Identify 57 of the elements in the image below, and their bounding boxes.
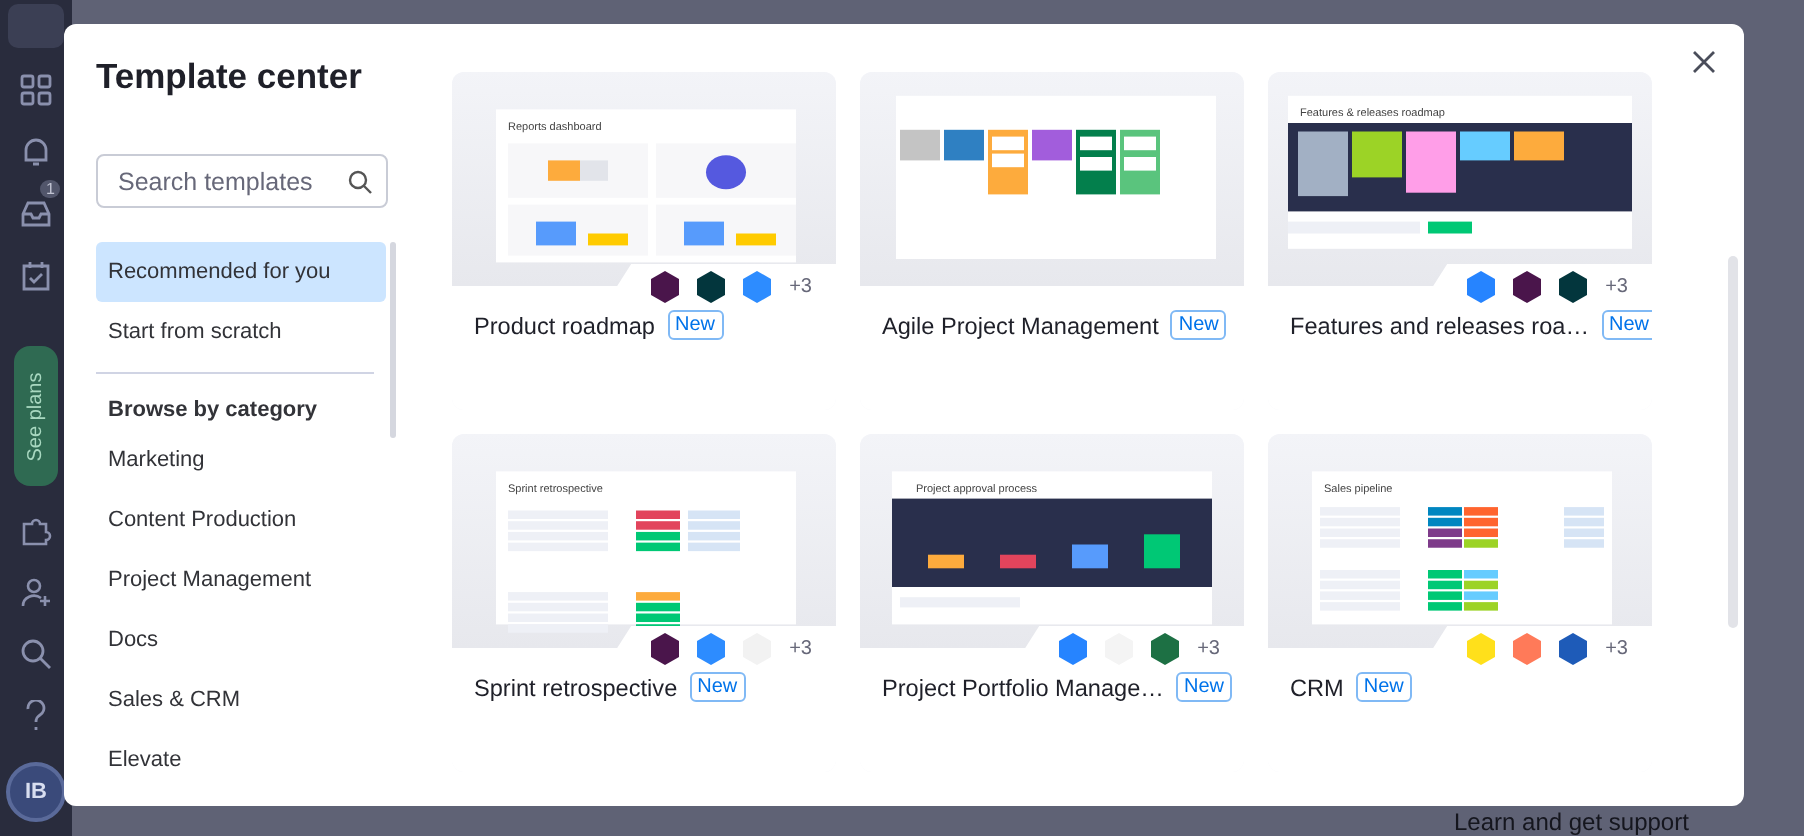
template-name: Sprint retrospective	[474, 673, 678, 701]
help-icon[interactable]	[24, 700, 48, 732]
inbox-icon[interactable]	[20, 198, 52, 230]
integration-logo-icon	[647, 631, 682, 665]
more-count: +3	[789, 637, 812, 659]
new-badge: New	[1355, 672, 1412, 702]
new-badge: New	[1170, 310, 1227, 340]
integration-logo-icon	[739, 269, 774, 303]
template-name: CRM	[1290, 673, 1344, 701]
integration-logo-icon	[1463, 631, 1498, 665]
category-heading: Browse by category	[106, 396, 320, 426]
category-item[interactable]: Sales & CRM	[96, 670, 386, 730]
template-name: Features and releases roa…	[1290, 311, 1590, 339]
bell-icon[interactable]	[20, 136, 52, 168]
search-icon	[348, 170, 372, 194]
integration-logo-icon	[1509, 631, 1544, 665]
close-icon[interactable]	[1692, 50, 1716, 74]
scrollbar[interactable]	[390, 242, 396, 438]
search-field[interactable]: Search templates	[96, 154, 388, 208]
more-count: +3	[789, 275, 812, 297]
integration-logo-icon	[1147, 631, 1182, 665]
puzzle-icon[interactable]	[20, 514, 52, 546]
category-item[interactable]: Content Production	[96, 490, 386, 550]
more-count: +3	[1605, 637, 1628, 659]
integration-logo-icon	[1055, 631, 1090, 665]
grid-icon[interactable]	[20, 74, 52, 106]
see-plans-button[interactable]: See plans	[14, 346, 58, 486]
new-badge: New	[667, 310, 724, 340]
integration-logo-icon	[693, 631, 728, 665]
integration-logo-icon	[1509, 269, 1544, 303]
more-count: +3	[1605, 275, 1628, 297]
new-badge: New	[1175, 672, 1232, 702]
category-item[interactable]: Elevate	[96, 730, 386, 790]
new-badge: New	[1601, 310, 1652, 340]
dialog-title: Template center	[96, 56, 364, 98]
add-user-icon[interactable]	[20, 576, 52, 608]
template-name: Agile Project Management	[882, 311, 1159, 339]
template-name: Project Portfolio Manage…	[882, 673, 1164, 701]
nav-item[interactable]: Start from scratch	[96, 302, 386, 362]
calendar-icon[interactable]	[20, 260, 52, 292]
category-item[interactable]: Marketing	[96, 430, 386, 490]
more-count: +3	[1197, 637, 1220, 659]
new-badge: New	[689, 672, 746, 702]
integration-logo-icon	[647, 269, 682, 303]
category-item[interactable]: Docs	[96, 610, 386, 670]
nav-item[interactable]: Recommended for you	[96, 242, 386, 302]
integration-logo-icon	[693, 269, 728, 303]
template-name: Product roadmap	[474, 311, 655, 339]
search-icon[interactable]	[20, 638, 52, 670]
integration-logo-icon	[1555, 269, 1590, 303]
integration-logo-icon	[1463, 269, 1498, 303]
user-avatar[interactable]: IB	[6, 762, 66, 822]
integration-logo-icon	[1555, 631, 1590, 665]
notification-badge: 1	[40, 180, 61, 198]
category-item[interactable]: Project Management	[96, 550, 386, 610]
scrollbar[interactable]	[1728, 256, 1738, 628]
template-card[interactable]: Agile Project Management New	[860, 72, 1244, 410]
